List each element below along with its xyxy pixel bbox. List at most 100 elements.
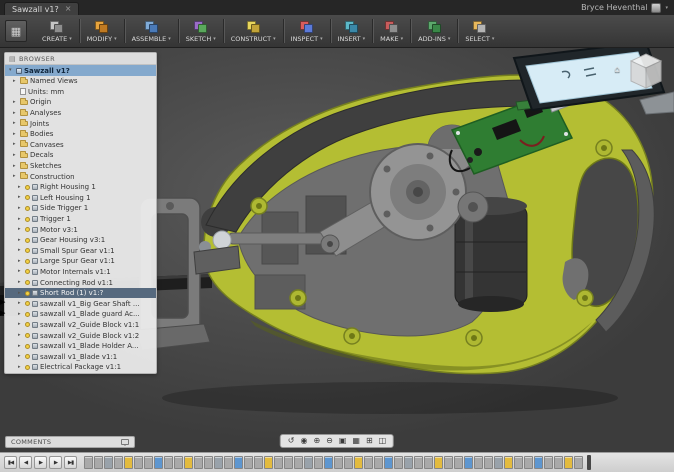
expand-arrow-icon[interactable]: ▸ [18,354,23,359]
go-to-end-button[interactable]: ▶▮ [64,456,77,469]
timeline-feature-icon[interactable] [504,456,513,469]
document-tab[interactable]: Sawzall v1? × [4,2,79,15]
viewports-icon[interactable]: ◫ [379,437,387,445]
timeline-feature-icon[interactable] [434,456,443,469]
visibility-bulb-icon[interactable] [25,322,30,327]
tree-item[interactable]: ▸Side Trigger 1 [5,203,156,214]
toolbar-group-inspect[interactable]: INSPECT▾ [284,20,330,43]
visibility-bulb-icon[interactable] [25,344,30,349]
timeline-feature-icon[interactable] [224,456,233,469]
toolbar-group-assemble[interactable]: ASSEMBLE▾ [125,20,178,43]
avatar[interactable] [651,3,661,13]
timeline-feature-icon[interactable] [244,456,253,469]
tree-item[interactable]: ▸sawzall v1_Blade Holder A... [5,341,156,352]
timeline-feature-icon[interactable] [534,456,543,469]
timeline-feature-icon[interactable] [194,456,203,469]
tree-item[interactable]: ▸Joints [5,118,156,129]
expand-arrow-icon[interactable]: ▸ [18,333,23,338]
timeline-feature-icon[interactable] [304,456,313,469]
timeline-feature-icon[interactable] [184,456,193,469]
play-button[interactable]: ▶ [34,456,47,469]
timeline-feature-icon[interactable] [174,456,183,469]
timeline-feature-icon[interactable] [444,456,453,469]
display-settings-icon[interactable]: ▦ [352,437,360,445]
toolbar-group-insert[interactable]: INSERT▾ [331,20,373,43]
expand-arrow-icon[interactable]: ▸ [18,195,23,200]
expand-arrow-icon[interactable]: ▸ [18,301,23,306]
timeline-feature-icon[interactable] [424,456,433,469]
fit-icon[interactable]: ▣ [339,437,347,445]
tree-item[interactable]: ▸Connecting Rod v1:1 [5,277,156,288]
timeline-marker-handle[interactable] [587,455,591,470]
timeline-feature-icon[interactable] [404,456,413,469]
close-tab-icon[interactable]: × [65,5,72,13]
tree-item[interactable]: Units: mm [5,87,156,98]
timeline-feature-icon[interactable] [94,456,103,469]
toolbar-group-add-ins[interactable]: ADD-INS▾ [411,20,457,43]
expand-arrow-icon[interactable]: ▸ [18,344,23,349]
visibility-bulb-icon[interactable] [25,259,30,264]
tree-item[interactable]: ▸Construction [5,171,156,182]
tree-item[interactable]: ▸Motor Internals v1:1 [5,267,156,278]
timeline-feature-icon[interactable] [364,456,373,469]
expand-arrow-icon[interactable]: ▾ [9,68,14,73]
visibility-bulb-icon[interactable] [25,333,30,338]
user-account[interactable]: Bryce Heventhal ▾ [581,0,674,15]
visibility-bulb-icon[interactable] [25,365,30,370]
tree-item[interactable]: ▸Trigger 1 [5,214,156,225]
expand-arrow-icon[interactable]: ▸ [13,111,18,116]
expand-arrow-icon[interactable]: ▸ [18,259,23,264]
expand-arrow-icon[interactable]: ▸ [18,322,23,327]
tree-item[interactable]: ▸Large Spur Gear v1:1 [5,256,156,267]
expand-arrow-icon[interactable]: ▸ [18,248,23,253]
timeline-feature-icon[interactable] [114,456,123,469]
tree-item[interactable]: ▸Canvases [5,140,156,151]
expand-arrow-icon[interactable]: ▸ [13,142,18,147]
tree-item[interactable]: ▸Left Housing 1 [5,193,156,204]
timeline-feature-icon[interactable] [564,456,573,469]
timeline-feature-icon[interactable] [274,456,283,469]
expand-arrow-icon[interactable]: ▸ [18,185,23,190]
visibility-bulb-icon[interactable] [25,217,30,222]
timeline-feature-icon[interactable] [84,456,93,469]
grid-icon[interactable]: ⊞ [366,437,373,445]
timeline-feature-icon[interactable] [154,456,163,469]
timeline-feature-icon[interactable] [294,456,303,469]
home-view-icon[interactable]: ⌂ [614,65,620,75]
expand-arrow-icon[interactable]: ▸ [18,269,23,274]
timeline-feature-icon[interactable] [414,456,423,469]
expand-arrow-icon[interactable]: ▸ [18,365,23,370]
timeline-feature-icon[interactable] [374,456,383,469]
visibility-bulb-icon[interactable] [25,291,30,296]
expand-arrow-icon[interactable]: ▸ [18,280,23,285]
view-cube[interactable]: ⌂ [614,50,669,94]
timeline-feature-icon[interactable] [524,456,533,469]
timeline-feature-icon[interactable] [544,456,553,469]
timeline-feature-icon[interactable] [314,456,323,469]
timeline-feature-icon[interactable] [514,456,523,469]
tree-item[interactable]: ▸Decals [5,150,156,161]
tree-item[interactable]: ▸Short Rod (1) v1:? [5,288,156,299]
visibility-bulb-icon[interactable] [25,238,30,243]
browser-header[interactable]: ▤ BROWSER [5,53,156,65]
timeline-feature-icon[interactable] [454,456,463,469]
tree-item[interactable]: ▸sawzall v2_Guide Block v1:2 [5,330,156,341]
tree-item[interactable]: ▸Small Spur Gear v1:1 [5,246,156,257]
visibility-bulb-icon[interactable] [25,248,30,253]
step-back-button[interactable]: ◀ [19,456,32,469]
timeline-feature-icon[interactable] [394,456,403,469]
timeline-feature-icon[interactable] [134,456,143,469]
expand-arrow-icon[interactable]: ▸ [18,238,23,243]
expand-arrow-icon[interactable]: ▸ [13,121,18,126]
look-at-icon[interactable]: ◉ [300,437,307,445]
tree-item[interactable]: ▶▸sawzall v1_Big Gear Shaft ... [5,298,156,309]
visibility-bulb-icon[interactable] [25,185,30,190]
expand-arrow-icon[interactable]: ▸ [18,206,23,211]
toolbar-group-select[interactable]: SELECT▾ [458,20,501,43]
expand-arrow-icon[interactable]: ▸ [18,217,23,222]
expand-arrow-icon[interactable]: ▸ [13,164,18,169]
toolbar-group-make[interactable]: MAKE▾ [373,20,410,43]
timeline-feature-icon[interactable] [494,456,503,469]
timeline-feature-icon[interactable] [464,456,473,469]
expand-arrow-icon[interactable]: ▸ [13,153,18,158]
